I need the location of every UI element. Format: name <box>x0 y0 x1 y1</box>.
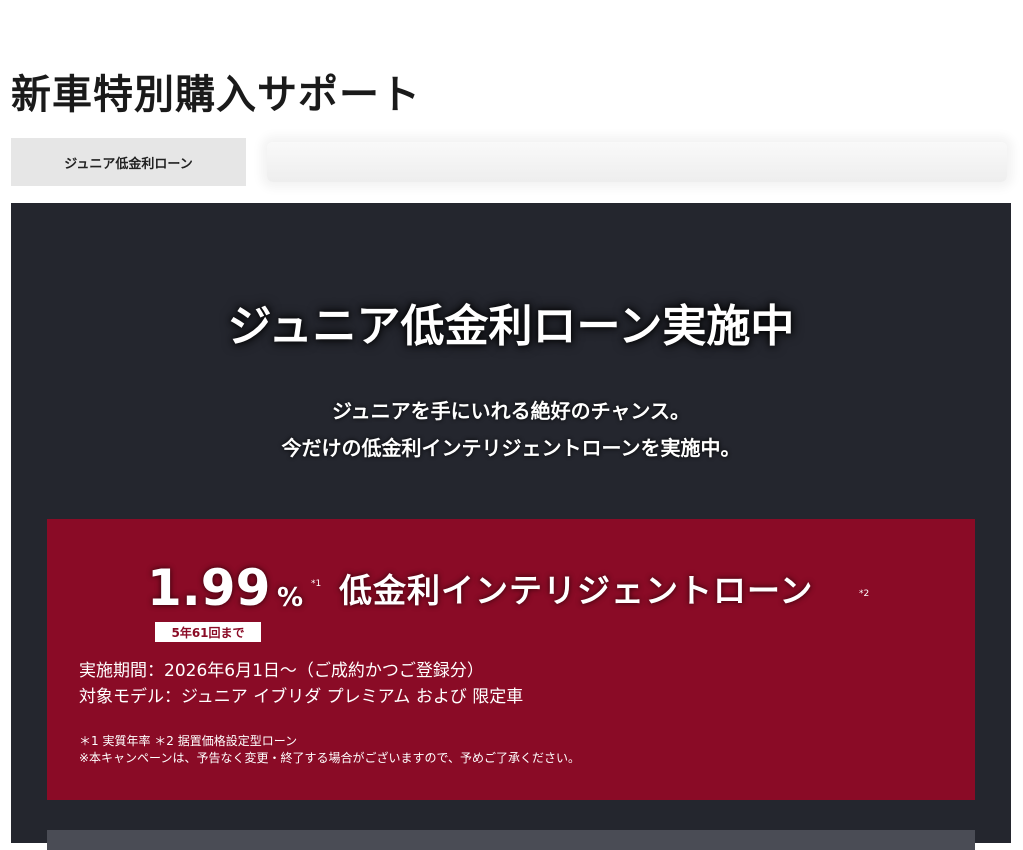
hero-title: ジュニア低金利ローン実施中 <box>227 301 795 352</box>
hero-section: ジュニア低金利ローン実施中 ジュニアを手にいれる絶好のチャンス。 今だけの低金利… <box>11 203 1011 850</box>
hero-subtitle-line1: ジュニアを手にいれる絶好のチャンス。 <box>332 399 690 423</box>
footnote-1: ＊1 実質年率 ＊2 据置価格設定型ローン <box>79 734 298 748</box>
tab-junior-low-rate-loan[interactable]: ジュニア低金利ローン <box>11 138 246 186</box>
tab-placeholder <box>267 142 1007 182</box>
rate-value: 1.99 <box>147 559 271 617</box>
tab-bar: ジュニア低金利ローン <box>11 138 1011 186</box>
page-title: 新車特別購入サポート <box>11 71 421 118</box>
loan-name: 低金利インテリジェントローン <box>339 571 814 610</box>
hero-subtitle: ジュニアを手にいれる絶好のチャンス。 今だけの低金利インテリジェントローンを実施… <box>11 393 1011 467</box>
hero-subtitle-line2: 今だけの低金利インテリジェントローンを実施中。 <box>281 436 741 460</box>
promo-card: 1.99 % *1 低金利インテリジェントローン *2 5年61回まで 実施期間… <box>47 519 975 800</box>
rate-unit: % <box>277 583 304 613</box>
note-mark-1: *1 <box>311 579 322 589</box>
term-badge: 5年61回まで <box>155 622 261 642</box>
footnotes: ＊1 実質年率 ＊2 据置価格設定型ローン ※本キャンペーンは、予告なく変更・終… <box>79 733 580 767</box>
target-models: 対象モデル：ジュニア イブリダ プレミアム および 限定車 <box>79 687 524 707</box>
note-mark-2: *2 <box>859 589 870 599</box>
campaign-period: 実施期間：2026年6月1日～（ご成約かつご登録分） <box>79 661 484 681</box>
next-card <box>47 830 975 850</box>
footnote-2: ※本キャンペーンは、予告なく変更・終了する場合がございますので、予めご了承くださ… <box>79 751 580 765</box>
